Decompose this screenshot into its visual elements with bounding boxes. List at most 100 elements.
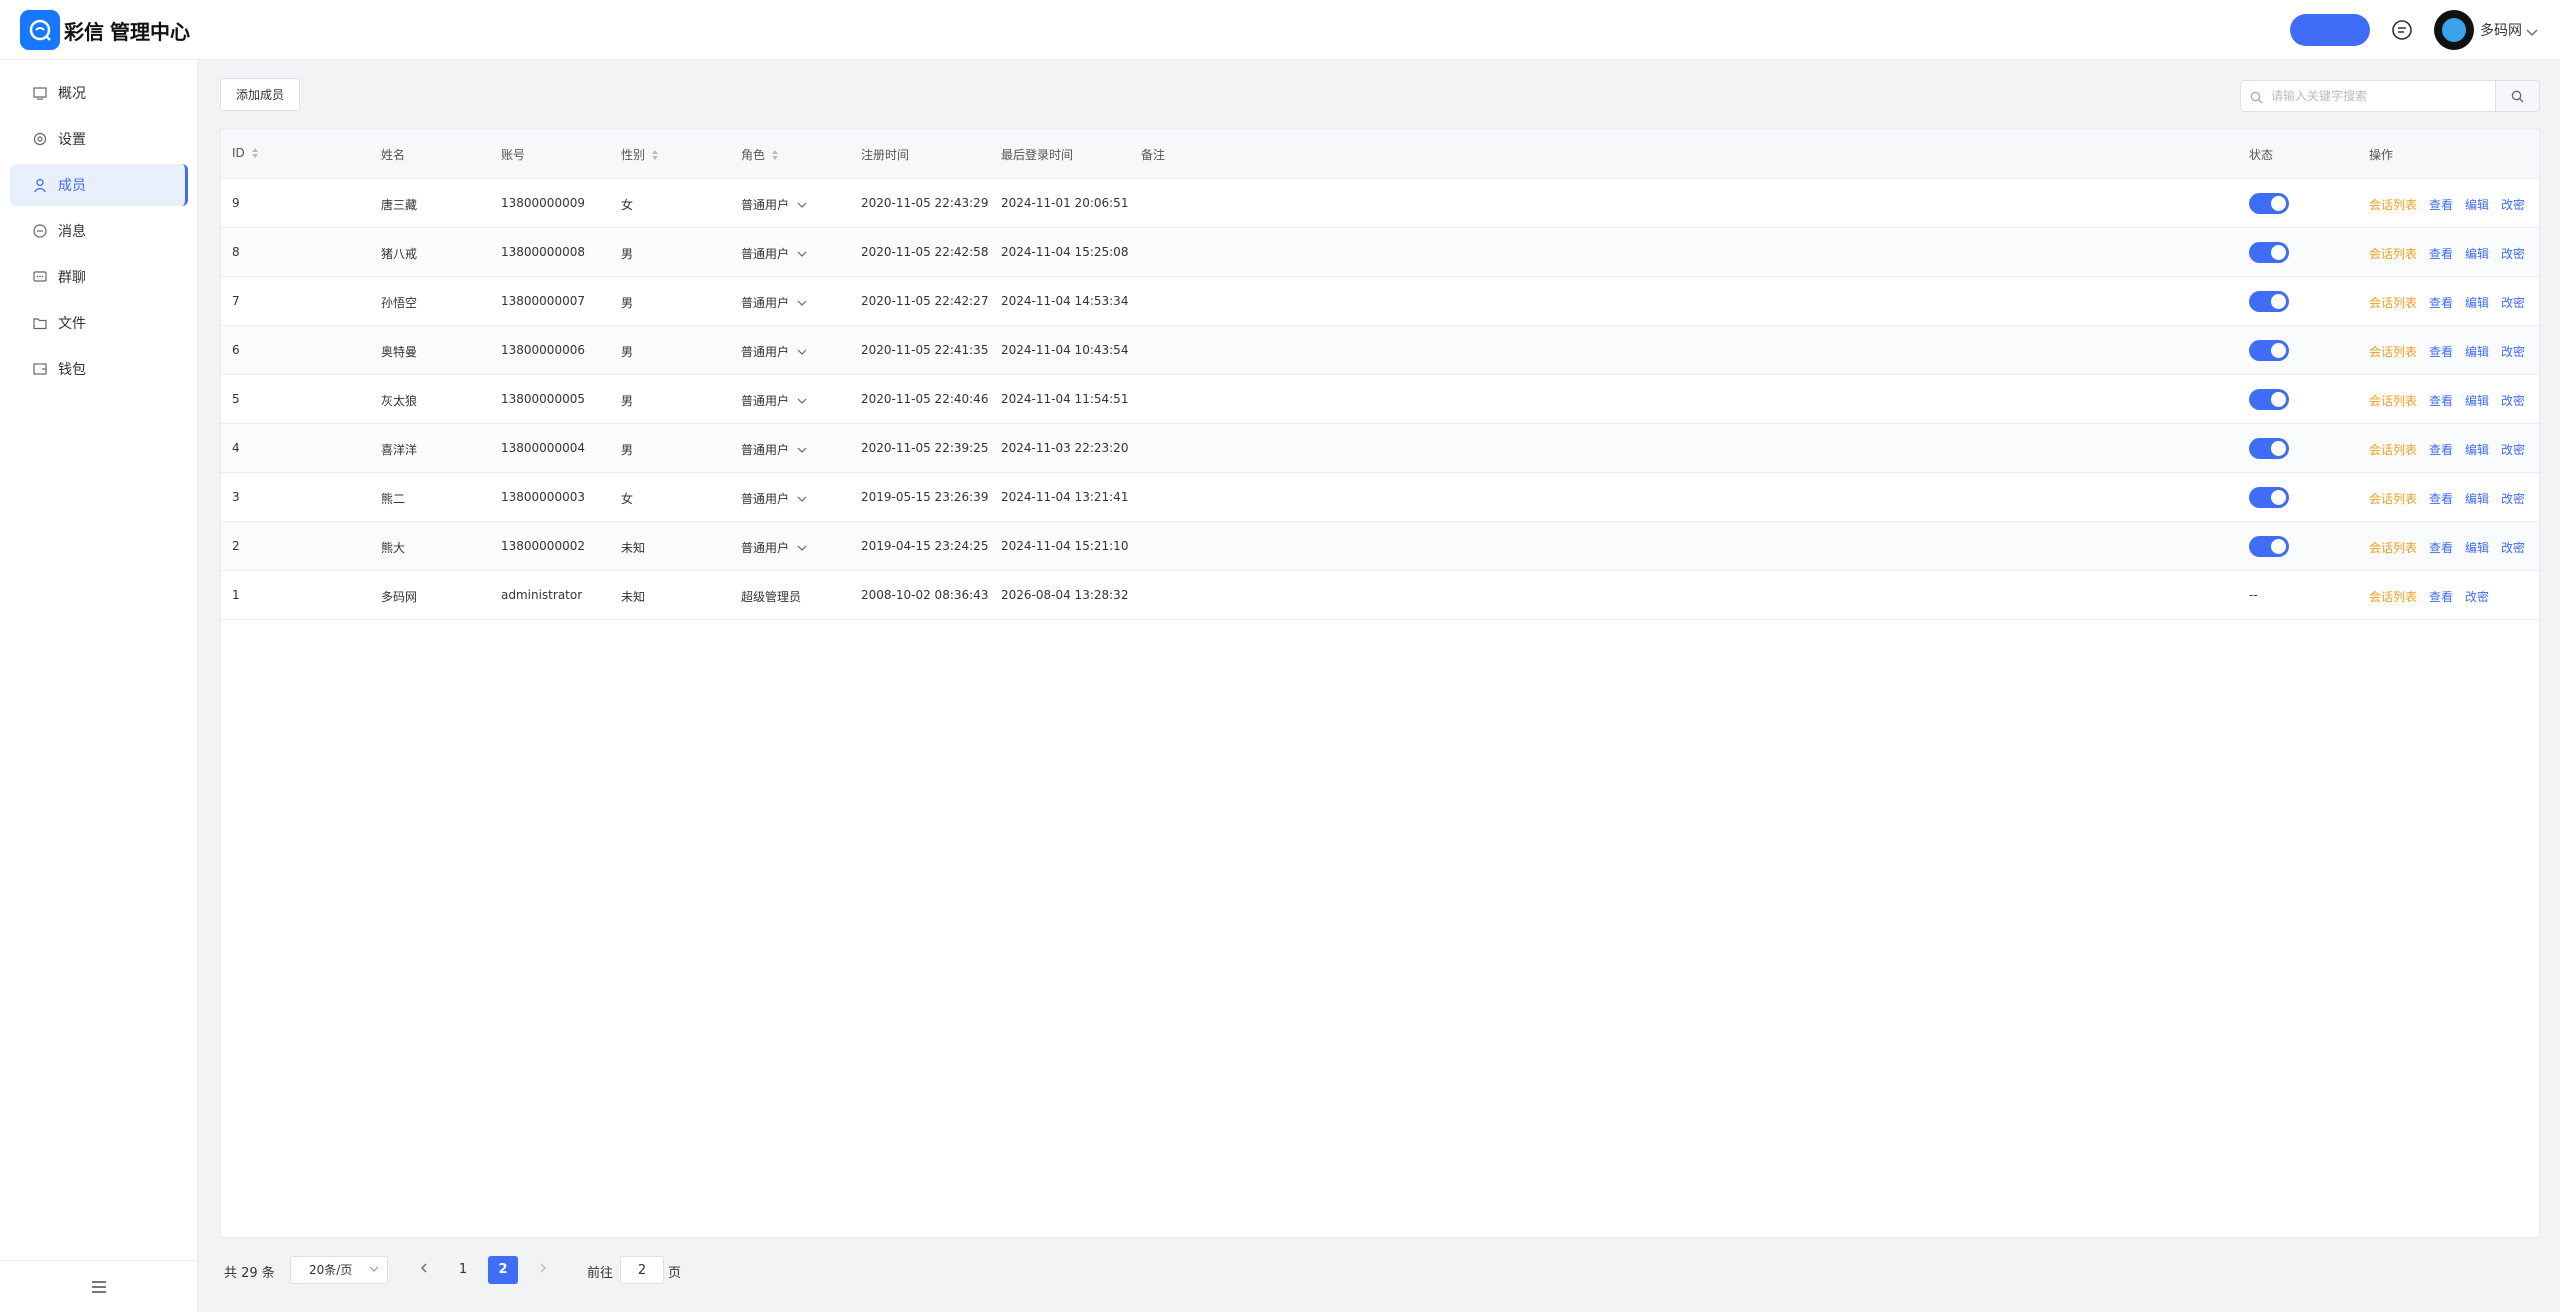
goto-page-input[interactable] — [620, 1256, 664, 1284]
col-registered-header: 注册时间 — [861, 148, 910, 162]
sidebar-item-overview[interactable]: 概况 — [10, 72, 188, 114]
cell-last-login: 2024-11-04 11:54:51 — [1001, 392, 1129, 406]
cell-registered: 2020-11-05 22:43:29 — [861, 196, 989, 210]
change-password-link[interactable]: 改密 — [2501, 196, 2525, 213]
cell-account: administrator — [501, 588, 583, 602]
status-toggle[interactable] — [2249, 242, 2289, 263]
next-page-button[interactable] — [528, 1256, 558, 1284]
cell-account: 13800000002 — [501, 539, 585, 553]
view-link[interactable]: 查看 — [2429, 539, 2453, 556]
view-link[interactable]: 查看 — [2429, 294, 2453, 311]
sidebar-item-label: 文件 — [58, 316, 86, 332]
role-select[interactable]: 普通用户 — [741, 539, 807, 556]
status-toggle[interactable] — [2249, 340, 2289, 361]
chevron-down-icon — [797, 443, 807, 457]
col-name-header: 姓名 — [381, 148, 406, 162]
role-select[interactable]: 普通用户 — [741, 245, 807, 262]
app-brand: 彩信 — [64, 20, 104, 44]
edit-link[interactable]: 编辑 — [2465, 441, 2489, 458]
change-password-link[interactable]: 改密 — [2501, 539, 2525, 556]
page-1-button[interactable]: 1 — [448, 1256, 478, 1284]
status-toggle[interactable] — [2249, 193, 2289, 214]
sessions-link[interactable]: 会话列表 — [2369, 490, 2417, 507]
sessions-link[interactable]: 会话列表 — [2369, 343, 2417, 360]
chevron-down-icon — [797, 345, 807, 359]
cell-last-login: 2024-11-04 13:21:41 — [1001, 490, 1129, 504]
page-2-button[interactable]: 2 — [488, 1256, 518, 1284]
change-password-link[interactable]: 改密 — [2501, 245, 2525, 262]
edit-link[interactable]: 编辑 — [2465, 294, 2489, 311]
header-action-button[interactable] — [2290, 14, 2370, 46]
edit-link[interactable]: 编辑 — [2465, 343, 2489, 360]
role-select[interactable]: 普通用户 — [741, 196, 807, 213]
edit-link[interactable]: 编辑 — [2465, 245, 2489, 262]
cell-registered: 2020-11-05 22:39:25 — [861, 441, 989, 455]
change-password-link[interactable]: 改密 — [2501, 490, 2525, 507]
edit-link[interactable]: 编辑 — [2465, 196, 2489, 213]
sessions-link[interactable]: 会话列表 — [2369, 392, 2417, 409]
cell-role: 超级管理员 — [741, 588, 801, 605]
add-member-button[interactable]: 添加成员 — [220, 78, 300, 111]
view-link[interactable]: 查看 — [2429, 245, 2453, 262]
change-password-link[interactable]: 改密 — [2501, 294, 2525, 311]
status-toggle[interactable] — [2249, 389, 2289, 410]
sessions-link[interactable]: 会话列表 — [2369, 245, 2417, 262]
cell-id: 2 — [232, 539, 240, 553]
sidebar-item-members[interactable]: 成员 — [10, 164, 188, 206]
change-password-link[interactable]: 改密 — [2501, 392, 2525, 409]
sidebar-item-messages[interactable]: 消息 — [10, 210, 188, 252]
cell-last-login: 2024-11-04 15:25:08 — [1001, 245, 1129, 259]
edit-link[interactable]: 编辑 — [2465, 490, 2489, 507]
edit-link[interactable]: 编辑 — [2465, 539, 2489, 556]
role-select[interactable]: 普通用户 — [741, 294, 807, 311]
col-gender-header[interactable]: 性别 — [621, 146, 659, 163]
table-row: 5 灰太狼 13800000005 男 2020-11-05 22:40:46 2024-… — [221, 375, 2539, 424]
sidebar-item-settings[interactable]: 设置 — [10, 118, 188, 160]
page-size-select[interactable]: 20条/页 — [290, 1256, 388, 1284]
change-password-link[interactable]: 改密 — [2501, 343, 2525, 360]
sessions-link[interactable]: 会话列表 — [2369, 588, 2417, 605]
avatar[interactable] — [2434, 10, 2474, 50]
sidebar-item-files[interactable]: 文件 — [10, 302, 188, 344]
role-select[interactable]: 普通用户 — [741, 343, 807, 360]
chevron-down-icon — [797, 492, 807, 506]
view-link[interactable]: 查看 — [2429, 343, 2453, 360]
col-role-header[interactable]: 角色 — [741, 146, 779, 163]
col-id-header[interactable]: ID — [232, 146, 259, 160]
message-icon[interactable] — [2390, 18, 2414, 42]
cell-id: 3 — [232, 490, 240, 504]
sidebar-item-groups[interactable]: 群聊 — [10, 256, 188, 298]
sessions-link[interactable]: 会话列表 — [2369, 539, 2417, 556]
status-toggle[interactable] — [2249, 291, 2289, 312]
search-input[interactable] — [2240, 80, 2496, 112]
chevron-down-icon[interactable] — [2526, 22, 2538, 41]
sidebar-item-wallet[interactable]: 钱包 — [10, 348, 188, 390]
view-link[interactable]: 查看 — [2429, 490, 2453, 507]
goto-label: 前往 — [587, 1266, 614, 1281]
cell-gender: 男 — [621, 296, 634, 310]
change-password-link[interactable]: 改密 — [2465, 588, 2489, 605]
status-toggle[interactable] — [2249, 438, 2289, 459]
role-value: 普通用户 — [741, 247, 790, 261]
prev-page-button[interactable] — [409, 1256, 439, 1284]
gear-icon — [32, 131, 48, 147]
search-button[interactable] — [2495, 80, 2540, 112]
sessions-link[interactable]: 会话列表 — [2369, 196, 2417, 213]
status-toggle[interactable] — [2249, 536, 2289, 557]
role-value: 普通用户 — [741, 443, 790, 457]
role-select[interactable]: 普通用户 — [741, 441, 807, 458]
sessions-link[interactable]: 会话列表 — [2369, 294, 2417, 311]
view-link[interactable]: 查看 — [2429, 441, 2453, 458]
view-link[interactable]: 查看 — [2429, 196, 2453, 213]
menu-toggle-icon[interactable] — [90, 1279, 108, 1298]
view-link[interactable]: 查看 — [2429, 392, 2453, 409]
view-link[interactable]: 查看 — [2429, 588, 2453, 605]
role-select[interactable]: 普通用户 — [741, 490, 807, 507]
edit-link[interactable]: 编辑 — [2465, 392, 2489, 409]
status-toggle[interactable] — [2249, 487, 2289, 508]
role-select[interactable]: 普通用户 — [741, 392, 807, 409]
change-password-link[interactable]: 改密 — [2501, 441, 2525, 458]
total-count: 共 29 条 — [224, 1266, 275, 1281]
user-name[interactable]: 多码网 — [2480, 20, 2522, 40]
sessions-link[interactable]: 会话列表 — [2369, 441, 2417, 458]
